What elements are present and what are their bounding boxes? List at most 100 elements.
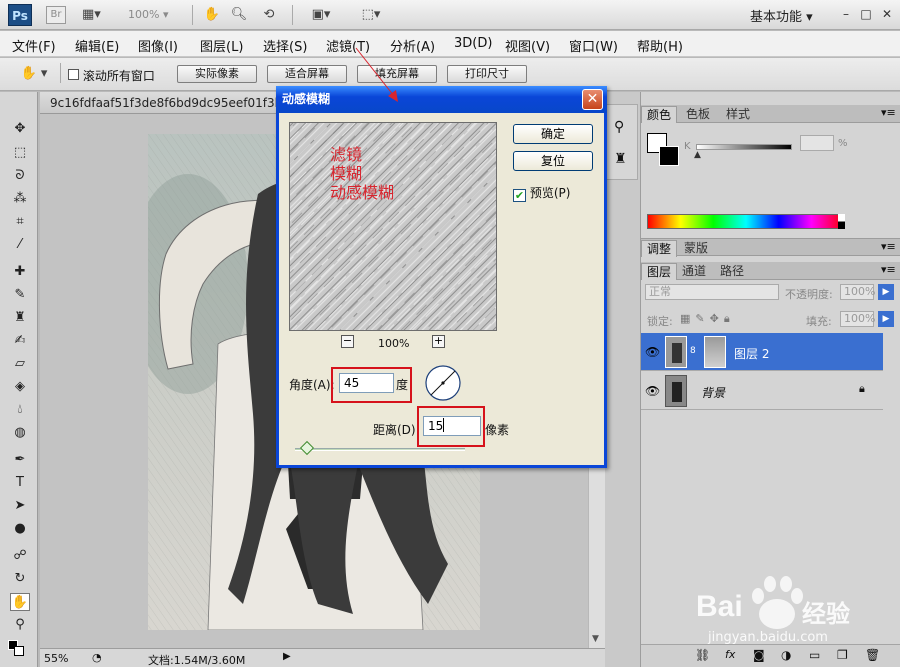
- 3d-rotate-tool-icon[interactable]: ☍: [10, 547, 30, 565]
- adjust-panel-menu-icon[interactable]: ▾≡: [881, 240, 896, 253]
- hand-icon[interactable]: ✋: [203, 7, 221, 23]
- foreground-background-colors[interactable]: [8, 640, 30, 658]
- menu-help[interactable]: 帮助(H): [637, 36, 683, 55]
- marquee-tool-icon[interactable]: ⬚: [10, 144, 30, 162]
- add-mask-icon[interactable]: ◙: [753, 648, 765, 662]
- zoom-tool-icon[interactable]: ⚲: [10, 616, 30, 634]
- visibility-eye-icon[interactable]: 👁︎: [645, 384, 660, 398]
- eyedropper-tool-icon[interactable]: ⁄: [10, 236, 30, 254]
- mask-link-icon[interactable]: 8: [690, 346, 696, 356]
- fill-field[interactable]: 100%: [840, 311, 875, 327]
- workspace-switcher[interactable]: 基本功能 ▾: [750, 6, 813, 25]
- menu-image[interactable]: 图像(I): [138, 36, 178, 55]
- scroll-all-windows-option[interactable]: 滚动所有窗口: [68, 67, 155, 84]
- dodge-tool-icon[interactable]: ◍: [10, 424, 30, 442]
- menu-file[interactable]: 文件(F): [12, 36, 56, 55]
- tab-color[interactable]: 颜色: [641, 106, 678, 123]
- zoom-icon[interactable]: 🔍︎: [230, 7, 248, 23]
- color-background-swatch[interactable]: [659, 146, 679, 166]
- tab-paths[interactable]: 路径: [715, 263, 749, 280]
- rotate-view-icon[interactable]: ⟲: [260, 7, 278, 23]
- tab-layers[interactable]: 图层: [641, 263, 678, 280]
- tab-adjustments[interactable]: 调整: [641, 240, 678, 257]
- layer-row-background[interactable]: 👁︎ 背景 🔒︎: [641, 372, 883, 410]
- maximize-button[interactable]: □: [858, 6, 874, 22]
- status-menu-arrow-icon[interactable]: ▶: [283, 651, 291, 662]
- print-size-button[interactable]: 打印尺寸: [447, 65, 527, 83]
- k-slider-handle-icon[interactable]: ▲: [694, 150, 701, 160]
- fill-arrow-icon[interactable]: ▶: [878, 311, 894, 327]
- layer-row-layer2[interactable]: 👁︎ 8 图层 2: [641, 333, 883, 371]
- visibility-eye-icon[interactable]: 👁︎: [645, 345, 660, 359]
- distance-slider-track[interactable]: [295, 448, 465, 451]
- eraser-tool-icon[interactable]: ▱: [10, 355, 30, 373]
- minimize-button[interactable]: –: [838, 6, 854, 22]
- scroll-down-arrow-icon[interactable]: ▼: [592, 634, 599, 644]
- clone-source-panel-icon[interactable]: ♜: [614, 151, 627, 167]
- k-slider-track[interactable]: [696, 144, 792, 150]
- magic-wand-tool-icon[interactable]: ⁂: [10, 190, 30, 208]
- lock-icons[interactable]: ▦✎✥🔒︎: [680, 312, 735, 326]
- reset-button[interactable]: 复位: [513, 151, 593, 171]
- paint-bucket-tool-icon[interactable]: ◈: [10, 378, 30, 396]
- ok-button[interactable]: 确定: [513, 124, 593, 144]
- angle-dial[interactable]: [424, 364, 462, 402]
- menu-layer[interactable]: 图层(L): [200, 36, 243, 55]
- type-tool-icon[interactable]: T: [10, 474, 30, 492]
- blur-preview[interactable]: [289, 122, 497, 331]
- blend-mode-select[interactable]: 正常: [645, 284, 779, 300]
- menu-select[interactable]: 选择(S): [263, 36, 307, 55]
- move-tool-icon[interactable]: ✥: [10, 120, 30, 138]
- 3d-orbit-tool-icon[interactable]: ↻: [10, 570, 30, 588]
- zoom-level-select[interactable]: 100% ▾: [128, 7, 184, 23]
- arrange-documents-icon[interactable]: ▣▾: [304, 7, 338, 23]
- menu-edit[interactable]: 编辑(E): [75, 36, 119, 55]
- healing-brush-tool-icon[interactable]: ✚: [10, 263, 30, 281]
- brush-tool-icon[interactable]: ✎: [10, 286, 30, 304]
- zoom-percentage[interactable]: 55%: [44, 652, 68, 665]
- zoom-out-button[interactable]: −: [341, 335, 354, 348]
- link-layers-icon[interactable]: ⛓: [695, 648, 710, 662]
- opacity-field[interactable]: 100%: [840, 284, 875, 300]
- status-info-icon[interactable]: ◔: [92, 651, 102, 664]
- path-selection-tool-icon[interactable]: ➤: [10, 497, 30, 515]
- opacity-arrow-icon[interactable]: ▶: [878, 284, 894, 300]
- menu-window[interactable]: 窗口(W): [569, 36, 618, 55]
- zoom-in-button[interactable]: +: [432, 335, 445, 348]
- adjustment-layer-icon[interactable]: ◑: [781, 648, 791, 662]
- ellipse-tool-icon[interactable]: ●: [10, 520, 30, 538]
- brushes-panel-icon[interactable]: ⚲: [614, 119, 624, 135]
- menu-view[interactable]: 视图(V): [505, 36, 550, 55]
- layer2-mask-thumbnail[interactable]: [704, 336, 726, 368]
- hand-tool-preset-icon[interactable]: ✋ ▾: [14, 66, 54, 82]
- menu-3d[interactable]: 3D(D): [454, 36, 492, 51]
- film-view-icon[interactable]: ▦▾: [82, 7, 101, 23]
- actual-pixels-button[interactable]: 实际像素: [177, 65, 257, 83]
- hand-tool-icon[interactable]: ✋: [10, 593, 30, 611]
- tab-masks[interactable]: 蒙版: [679, 240, 713, 257]
- color-spectrum-bar[interactable]: [647, 214, 845, 229]
- history-brush-tool-icon[interactable]: ✍: [10, 332, 30, 350]
- black-white-swatch[interactable]: [838, 214, 845, 229]
- angle-input[interactable]: 45: [339, 373, 394, 393]
- crop-tool-icon[interactable]: ⌗: [10, 213, 30, 231]
- tab-styles[interactable]: 样式: [721, 106, 755, 123]
- clone-stamp-tool-icon[interactable]: ♜: [10, 309, 30, 327]
- background-color-swatch[interactable]: [14, 646, 24, 656]
- tab-channels[interactable]: 通道: [677, 263, 711, 280]
- screen-mode-icon[interactable]: ⬚▾: [354, 7, 388, 23]
- close-window-button[interactable]: ✕: [879, 6, 895, 22]
- fit-screen-button[interactable]: 适合屏幕: [267, 65, 347, 83]
- new-layer-icon[interactable]: ❐: [837, 648, 848, 662]
- delete-layer-icon[interactable]: 🗑︎: [865, 648, 880, 662]
- bridge-button[interactable]: Br: [46, 6, 66, 24]
- dialog-title[interactable]: 动感模糊: [276, 86, 607, 113]
- blur-tool-icon[interactable]: 💧︎: [10, 401, 30, 419]
- preview-option[interactable]: ✔ 预览(P): [513, 184, 570, 202]
- panel-menu-icon[interactable]: ▾≡: [881, 106, 896, 119]
- k-value-field[interactable]: [800, 135, 834, 151]
- lasso-tool-icon[interactable]: ᘐ: [10, 167, 30, 185]
- group-folder-icon[interactable]: ▭: [809, 648, 820, 662]
- distance-input[interactable]: 15: [423, 416, 481, 436]
- dialog-close-button[interactable]: ✕: [582, 89, 603, 110]
